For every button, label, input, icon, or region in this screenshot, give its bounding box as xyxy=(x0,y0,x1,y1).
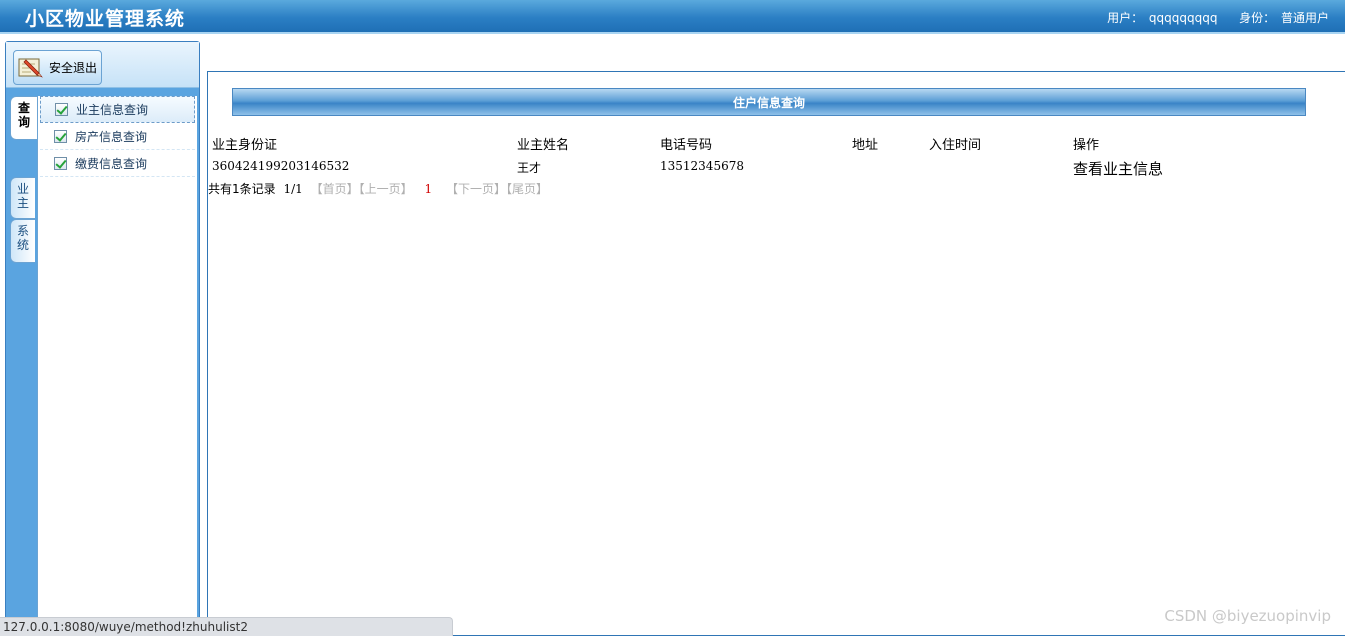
menu-item-label: 业主信息查询 xyxy=(76,103,149,117)
pager: 共有1条记录 1/1 【首页】【上一页】 1 【下一页】【尾页】 xyxy=(208,180,548,197)
logout-button[interactable]: 安全退出 xyxy=(13,50,102,85)
tab-query[interactable]: 查 询 xyxy=(10,96,37,140)
top-header: 小区物业管理系统 用户： qqqqqqqqq 身份： 普通用户 xyxy=(0,0,1345,34)
menu-item-property-info[interactable]: 房产信息查询 xyxy=(40,123,195,150)
content-frame: 住户信息查询 业主身份证 业主姓名 电话号码 地址 入住时间 操作 360424… xyxy=(207,71,1345,636)
section-title: 住户信息查询 xyxy=(232,88,1306,116)
watermark: CSDN @biyezuopinvip xyxy=(1164,607,1331,625)
column-header-address: 地址 xyxy=(852,138,879,153)
user-name: qqqqqqqqq xyxy=(1148,11,1218,25)
tab-owner[interactable]: 业 主 xyxy=(10,177,35,219)
last-page-link[interactable]: 【尾页】 xyxy=(506,182,548,196)
checkbox-icon xyxy=(54,156,67,170)
column-header-id-card: 业主身份证 xyxy=(212,138,278,153)
column-header-phone: 电话号码 xyxy=(660,138,713,153)
browser-status-bar: 127.0.0.1:8080/wuye/method!zhuhulist2 xyxy=(0,617,453,636)
first-page-link[interactable]: 【首页】 xyxy=(311,182,359,196)
logout-label: 安全退出 xyxy=(49,61,98,75)
page-info: 1/1 xyxy=(283,182,303,196)
record-count: 共有1条记录 xyxy=(208,182,276,196)
cell-phone: 13512345678 xyxy=(660,159,744,173)
current-page: 1 xyxy=(424,182,433,196)
menu-item-label: 缴费信息查询 xyxy=(75,156,148,171)
prev-page-link[interactable]: 【上一页】 xyxy=(359,182,413,196)
next-page-link[interactable]: 【下一页】 xyxy=(446,182,506,196)
menu-item-payment-info[interactable]: 缴费信息查询 xyxy=(40,150,195,177)
checkbox-icon xyxy=(55,103,68,116)
left-panel: 安全退出 查 询 业 主 系 统 业主信息查询 房产信息查询 缴费信息查询 xyxy=(5,41,200,631)
column-header-name: 业主姓名 xyxy=(517,138,570,153)
left-panel-top: 安全退出 xyxy=(6,42,199,88)
cell-id-card: 360424199203146532 xyxy=(212,159,350,173)
role-label: 身份： xyxy=(1239,11,1276,25)
cell-name: 王才 xyxy=(517,161,542,175)
checkbox-icon xyxy=(54,129,67,143)
menu-item-label: 房产信息查询 xyxy=(75,129,148,144)
app-title: 小区物业管理系统 xyxy=(25,8,186,30)
menu-area: 业主信息查询 房产信息查询 缴费信息查询 xyxy=(37,96,197,626)
pencil-icon xyxy=(18,57,44,79)
column-header-action: 操作 xyxy=(1073,138,1100,153)
role-value: 普通用户 xyxy=(1280,11,1329,25)
user-label: 用户： xyxy=(1107,11,1144,25)
tab-system[interactable]: 系 统 xyxy=(10,219,35,263)
vertical-tabs: 查 询 业 主 系 统 xyxy=(10,96,37,626)
menu-item-owner-info[interactable]: 业主信息查询 xyxy=(40,96,195,123)
view-owner-link[interactable]: 查看业主信息 xyxy=(1073,158,1163,179)
column-header-move-in: 入住时间 xyxy=(929,138,982,153)
user-info: 用户： qqqqqqqqq 身份： 普通用户 xyxy=(1105,9,1329,26)
